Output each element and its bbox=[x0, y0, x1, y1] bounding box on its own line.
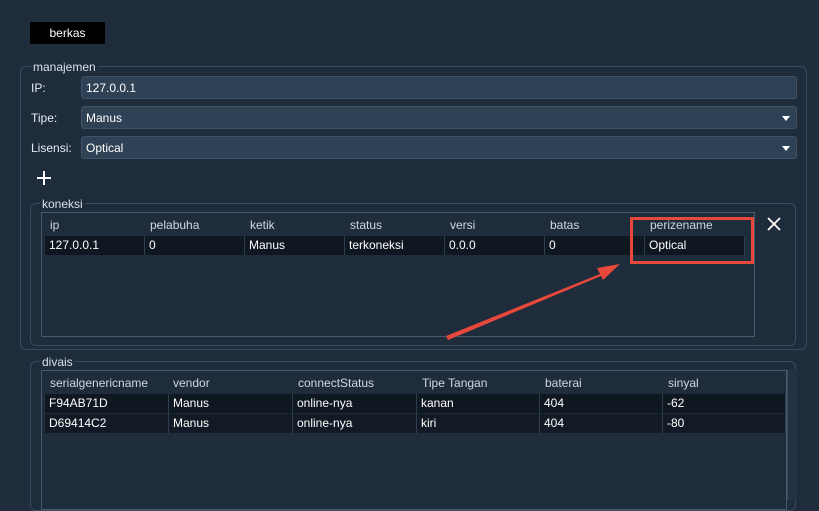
license-select[interactable]: Optical bbox=[81, 136, 797, 159]
type-select[interactable]: Manus bbox=[81, 106, 797, 129]
cell-type: Manus bbox=[245, 236, 345, 255]
ip-value: 127.0.0.1 bbox=[86, 80, 137, 95]
devices-table bbox=[41, 370, 787, 510]
column-header-vendor[interactable]: vendor bbox=[173, 376, 210, 390]
cell-status: terkoneksi bbox=[345, 236, 445, 255]
connections-group-title: koneksi bbox=[40, 197, 85, 211]
plus-icon bbox=[37, 171, 51, 185]
column-header-connect-status[interactable]: connectStatus bbox=[298, 376, 374, 390]
column-header-type[interactable]: ketik bbox=[250, 218, 275, 232]
cell-serial: D69414C2 bbox=[45, 414, 169, 433]
cell-hand-type: kanan bbox=[417, 394, 540, 413]
cell-battery: 404 bbox=[540, 414, 663, 433]
add-button[interactable] bbox=[34, 168, 54, 188]
chevron-down-icon bbox=[782, 115, 790, 121]
chevron-down-icon bbox=[782, 145, 790, 151]
cell-connect-status: online-nya bbox=[293, 414, 417, 433]
devices-group-title: divais bbox=[40, 355, 75, 369]
cell-ip: 127.0.0.1 bbox=[45, 236, 145, 255]
license-value: Optical bbox=[86, 140, 124, 155]
cell-signal: -80 bbox=[663, 414, 786, 433]
annotation-arrow bbox=[446, 264, 620, 340]
ip-label: IP: bbox=[31, 81, 46, 95]
cell-battery: 404 bbox=[540, 394, 663, 413]
type-label: Tipe: bbox=[31, 111, 58, 125]
cell-hand-type: kiri bbox=[417, 414, 540, 433]
cell-version: 0.0.0 bbox=[445, 236, 545, 255]
type-value: Manus bbox=[86, 110, 123, 125]
cell-port: 0 bbox=[145, 236, 245, 255]
highlight-box bbox=[630, 217, 754, 264]
cell-vendor: Manus bbox=[169, 394, 293, 413]
close-icon bbox=[767, 217, 781, 231]
close-button[interactable] bbox=[766, 216, 782, 232]
license-label: Lisensi: bbox=[31, 141, 72, 155]
column-header-signal[interactable]: sinyal bbox=[668, 376, 699, 390]
cell-signal: -62 bbox=[663, 394, 786, 413]
column-header-limit[interactable]: batas bbox=[550, 218, 579, 232]
column-header-ip[interactable]: ip bbox=[50, 218, 59, 232]
cell-serial: F94AB71D bbox=[45, 394, 169, 413]
column-header-port[interactable]: pelabuha bbox=[150, 218, 199, 232]
devices-scrollbar[interactable] bbox=[787, 370, 797, 500]
column-header-version[interactable]: versi bbox=[450, 218, 475, 232]
management-group-title: manajemen bbox=[31, 60, 98, 74]
column-header-battery[interactable]: baterai bbox=[545, 376, 582, 390]
file-menu-button[interactable]: berkas bbox=[30, 22, 105, 44]
column-header-hand-type[interactable]: Tipe Tangan bbox=[422, 376, 487, 390]
cell-vendor: Manus bbox=[169, 414, 293, 433]
column-header-serial[interactable]: serialgenericname bbox=[50, 376, 148, 390]
cell-connect-status: online-nya bbox=[293, 394, 417, 413]
column-header-status[interactable]: status bbox=[350, 218, 382, 232]
ip-input[interactable]: 127.0.0.1 bbox=[81, 76, 797, 99]
